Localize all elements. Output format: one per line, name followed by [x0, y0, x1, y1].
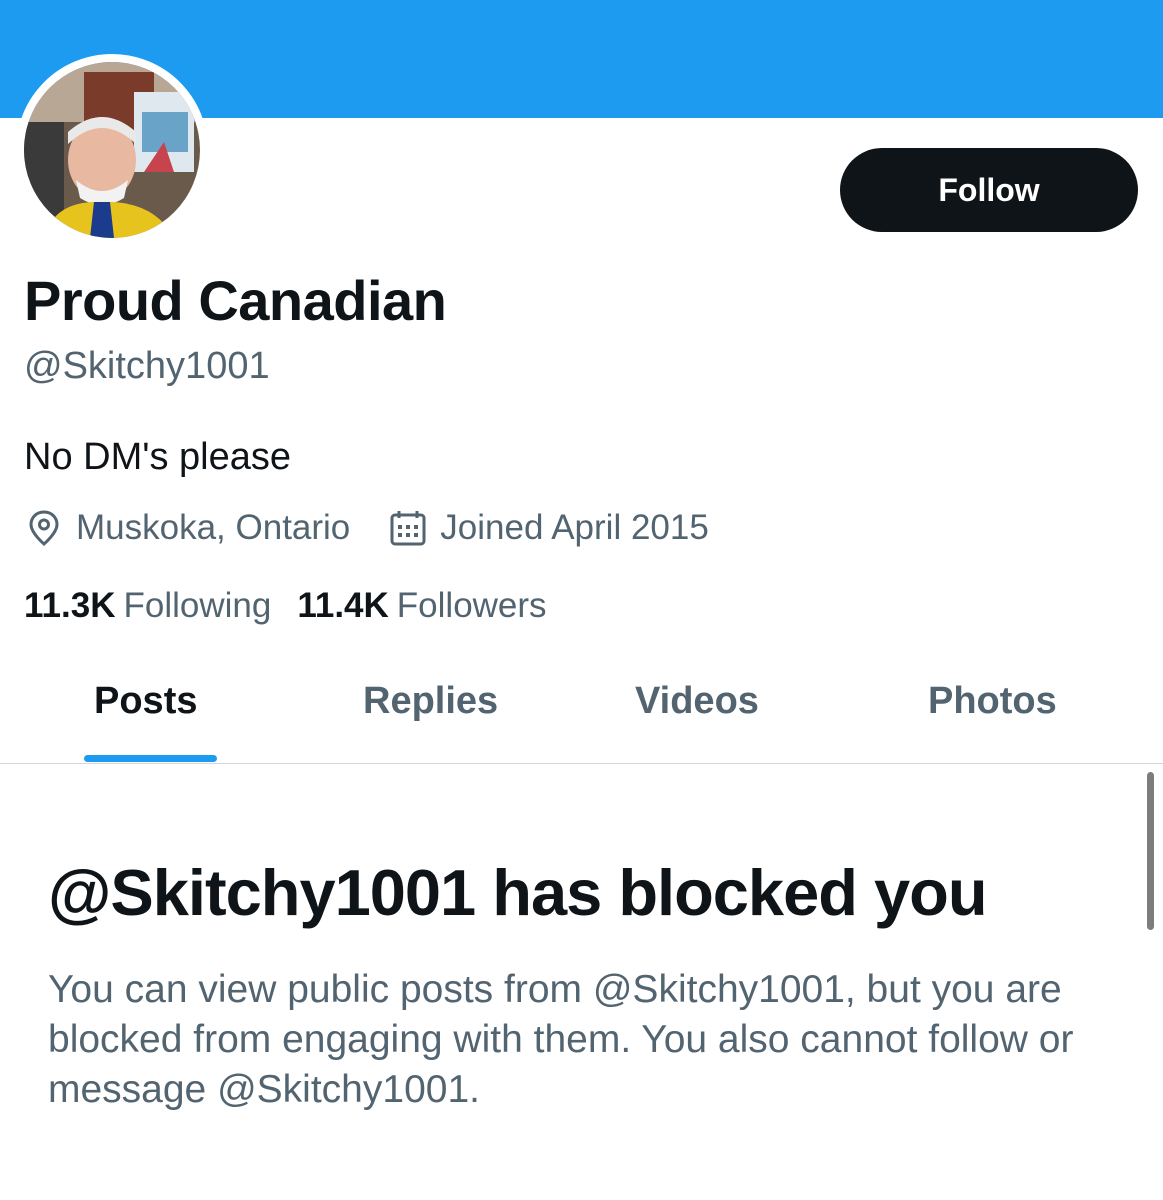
- profile-bio: No DM's please: [24, 436, 292, 478]
- profile-avatar[interactable]: [16, 54, 208, 246]
- followers-count: 11.4K: [297, 586, 389, 625]
- joined-item: Joined April 2015: [388, 508, 709, 548]
- tab-photos[interactable]: Photos: [928, 680, 1057, 723]
- profile-handle: @Skitchy1001: [24, 345, 270, 387]
- profile-tabs: Posts Replies Videos Photos: [0, 650, 1163, 764]
- location-pin-icon: [24, 508, 64, 548]
- tab-videos[interactable]: Videos: [635, 680, 759, 723]
- follow-button[interactable]: Follow: [840, 148, 1138, 232]
- followers-label: Followers: [396, 586, 547, 625]
- avatar-photo: [24, 62, 200, 238]
- calendar-icon: [388, 508, 428, 548]
- tab-replies[interactable]: Replies: [363, 680, 498, 723]
- blocked-description: You can view public posts from @Skitchy1…: [48, 968, 1074, 1111]
- active-tab-indicator: [84, 755, 217, 762]
- scrollbar[interactable]: [1147, 772, 1154, 930]
- tab-posts[interactable]: Posts: [94, 680, 197, 723]
- following-label: Following: [123, 586, 272, 625]
- profile-display-name: Proud Canadian: [24, 269, 447, 332]
- profile-stats: 11.3K Following 11.4K Followers: [24, 584, 547, 628]
- blocked-title: @Skitchy1001 has blocked you: [48, 856, 988, 929]
- following-link[interactable]: 11.3K Following: [24, 586, 271, 626]
- profile-meta: Muskoka, Ontario Joined April 2015: [24, 505, 709, 551]
- location-item: Muskoka, Ontario: [24, 508, 350, 548]
- joined-text: Joined April 2015: [440, 508, 709, 547]
- followers-link[interactable]: 11.4K Followers: [297, 586, 546, 626]
- location-text: Muskoka, Ontario: [76, 508, 351, 547]
- following-count: 11.3K: [24, 586, 116, 625]
